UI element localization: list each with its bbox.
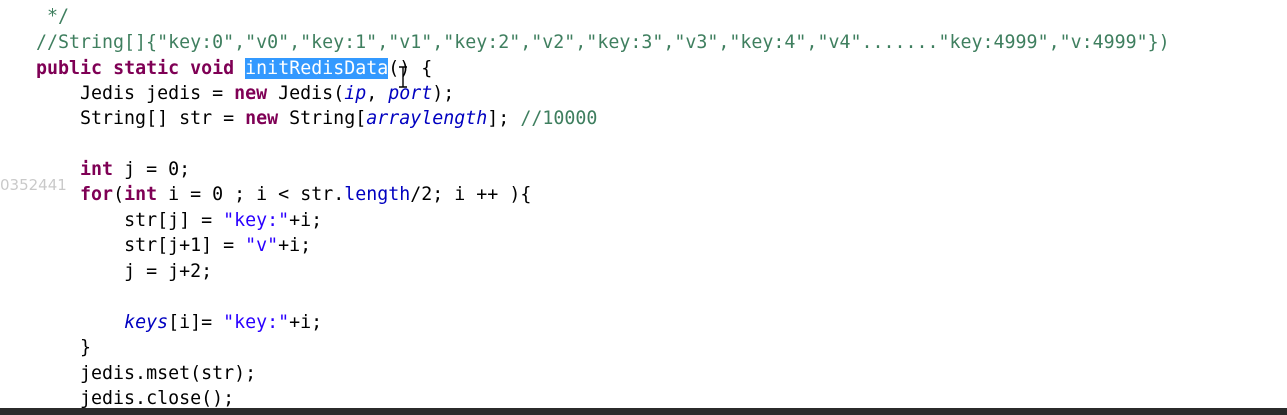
code-line-increment-j: j = j+2; (36, 259, 212, 285)
code-token: /2; i ++ ){ (410, 184, 532, 205)
code-token: int (124, 184, 158, 205)
code-line-comment-end: */ (36, 4, 69, 30)
code-line-jedis-init: Jedis jedis = new Jedis(ip, port); (36, 81, 454, 107)
code-token: +i; (278, 235, 312, 256)
code-token: new (245, 108, 279, 129)
code-token: i = 0 ; i < str. (157, 184, 345, 205)
code-token: [i]= (168, 312, 224, 333)
code-token[interactable]: initRedisData (245, 58, 389, 79)
code-token: () { (388, 58, 433, 79)
code-token: void (190, 58, 235, 79)
code-token: jedis.close(); (80, 388, 235, 408)
code-token: str[j+1] = (124, 235, 246, 256)
code-token: length (344, 184, 411, 205)
code-token: */ (47, 6, 70, 27)
code-token: port (388, 83, 433, 104)
code-token: static (113, 58, 180, 79)
code-token: ]; (487, 108, 521, 129)
code-token: j = j+2; (124, 261, 213, 282)
code-token: int (80, 159, 114, 180)
code-token: //String[]{"key:0","v0","key:1","v1","ke… (36, 32, 1170, 53)
code-line-assign-keys: keys[i]= "key:"+i; (36, 310, 322, 336)
code-token: } (80, 337, 92, 358)
editor-bottom-border (0, 408, 1287, 415)
code-token: jedis.mset(str); (80, 363, 257, 384)
code-token: keys (124, 312, 169, 333)
code-line-mset-call: jedis.mset(str); (36, 361, 256, 387)
code-token: String[ (278, 108, 367, 129)
code-token: "key:" (223, 312, 290, 333)
code-line-close-for: } (36, 335, 91, 361)
code-token: +i; (289, 312, 323, 333)
code-line-assign-key: str[j] = "key:"+i; (36, 208, 322, 234)
code-token: //10000 (520, 108, 598, 129)
code-token: String[] str = (80, 108, 246, 129)
code-token: arraylength (366, 108, 488, 129)
code-token: , (366, 83, 389, 104)
code-token: ); (432, 83, 455, 104)
code-token: +i; (289, 210, 323, 231)
code-token: "key:" (223, 210, 290, 231)
code-token: ip (344, 83, 367, 104)
code-token: Jedis( (267, 83, 345, 104)
code-line-close-call: jedis.close(); (36, 386, 234, 408)
code-line-for-loop: for(int i = 0 ; i < str.length/2; i ++ )… (36, 182, 531, 208)
text-ibeam-cursor-icon (398, 66, 407, 88)
code-token: j = 0; (113, 159, 191, 180)
code-line-method-signature: public static void initRedisData() { (36, 56, 432, 82)
code-line-assign-value: str[j+1] = "v"+i; (36, 233, 311, 259)
code-line-comment-example: //String[]{"key:0","v0","key:1","v1","ke… (36, 30, 1170, 56)
code-token: "v" (245, 235, 279, 256)
code-editor[interactable]: */ //String[]{"key:0","v0","key:1","v1","… (0, 0, 1287, 408)
code-token: public (36, 58, 103, 79)
code-token: ( (113, 184, 125, 205)
code-line-str-array: String[] str = new String[arraylength]; … (36, 106, 597, 132)
code-token: Jedis jedis = (80, 83, 235, 104)
code-token: new (234, 83, 268, 104)
code-token: str[j] = (124, 210, 224, 231)
watermark-text: 0352441 (0, 176, 67, 194)
code-token: for (80, 184, 114, 205)
